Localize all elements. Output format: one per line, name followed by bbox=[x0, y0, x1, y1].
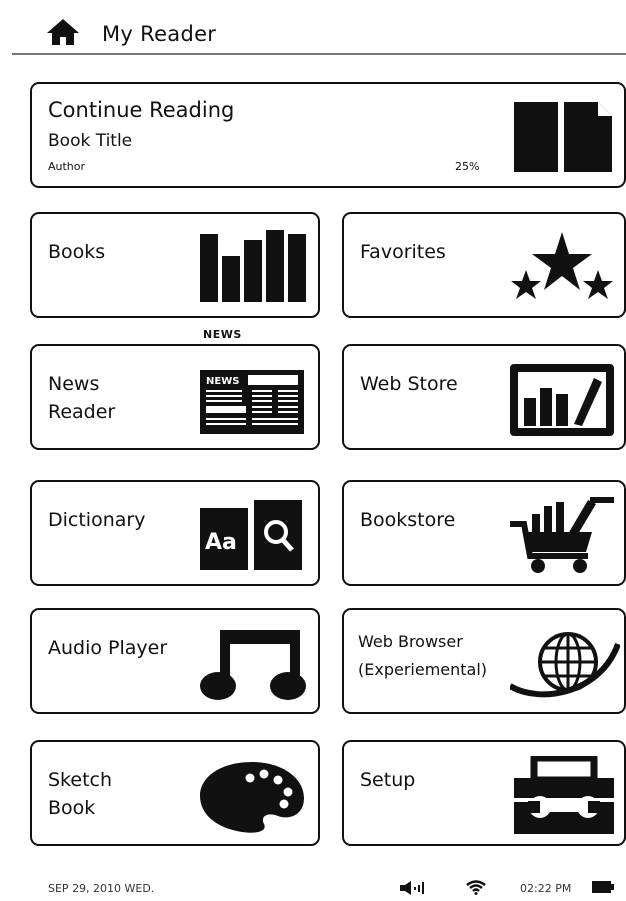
books-icon bbox=[200, 230, 306, 302]
globe-icon bbox=[510, 632, 620, 698]
status-date: SEP 29, 2010 WED. bbox=[48, 882, 155, 895]
palette-icon bbox=[200, 762, 304, 833]
wifi-icon[interactable] bbox=[466, 880, 486, 895]
sketch-book-tile[interactable]: Sketch Book bbox=[30, 740, 320, 846]
setup-tile[interactable]: Setup bbox=[342, 740, 626, 846]
status-time: 02:22 PM bbox=[520, 882, 572, 895]
web-store-icon bbox=[510, 364, 614, 436]
toolbox-icon bbox=[514, 756, 614, 834]
reading-progress: 25% bbox=[455, 160, 480, 173]
dictionary-tile[interactable]: Dictionary Aa bbox=[30, 480, 320, 586]
news-reader-label: News Reader bbox=[48, 373, 116, 423]
page-title: My Reader bbox=[102, 22, 217, 46]
header-divider bbox=[12, 53, 626, 55]
favorites-label: Favorites bbox=[360, 241, 446, 263]
dictionary-label: Dictionary bbox=[48, 509, 146, 531]
status-bar: SEP 29, 2010 WED. 02:22 PM bbox=[0, 870, 626, 901]
bookstore-label: Bookstore bbox=[360, 509, 456, 531]
web-browser-tile[interactable]: Web Browser (Experiemental) bbox=[342, 608, 626, 714]
music-note-icon bbox=[200, 630, 306, 700]
book-author: Author bbox=[48, 160, 86, 173]
newspaper-icon: NEWS bbox=[200, 370, 304, 434]
favorites-tile[interactable]: Favorites bbox=[342, 212, 626, 318]
web-store-label: Web Store bbox=[360, 373, 458, 395]
news-reader-tile[interactable]: News Reader NEWS bbox=[30, 344, 320, 450]
books-tile[interactable]: Books bbox=[30, 212, 320, 318]
web-store-tile[interactable]: Web Store bbox=[342, 344, 626, 450]
books-label: Books bbox=[48, 241, 106, 263]
volume-icon[interactable] bbox=[400, 881, 426, 895]
book-title: Book Title bbox=[48, 131, 133, 151]
dictionary-icon-text: Aa bbox=[205, 530, 237, 555]
web-browser-label: Web Browser (Experiemental) bbox=[358, 632, 488, 679]
continue-reading-card[interactable]: Continue Reading Book Title Author 25% bbox=[30, 82, 626, 188]
sketch-book-label: Sketch Book bbox=[48, 769, 113, 819]
shopping-cart-icon bbox=[510, 497, 614, 573]
open-book-icon bbox=[514, 102, 612, 172]
dictionary-icon: Aa bbox=[200, 500, 302, 570]
setup-label: Setup bbox=[360, 769, 416, 791]
bookstore-tile[interactable]: Bookstore bbox=[342, 480, 626, 586]
continue-reading-title: Continue Reading bbox=[48, 98, 235, 122]
news-caption: NEWS bbox=[203, 328, 242, 341]
top-bar: My Reader bbox=[0, 0, 626, 56]
home-icon[interactable] bbox=[46, 18, 80, 46]
battery-icon[interactable] bbox=[592, 881, 614, 893]
newspaper-icon-text: NEWS bbox=[206, 376, 239, 387]
audio-player-tile[interactable]: Audio Player bbox=[30, 608, 320, 714]
audio-player-label: Audio Player bbox=[48, 637, 168, 659]
star-icon bbox=[511, 232, 613, 299]
